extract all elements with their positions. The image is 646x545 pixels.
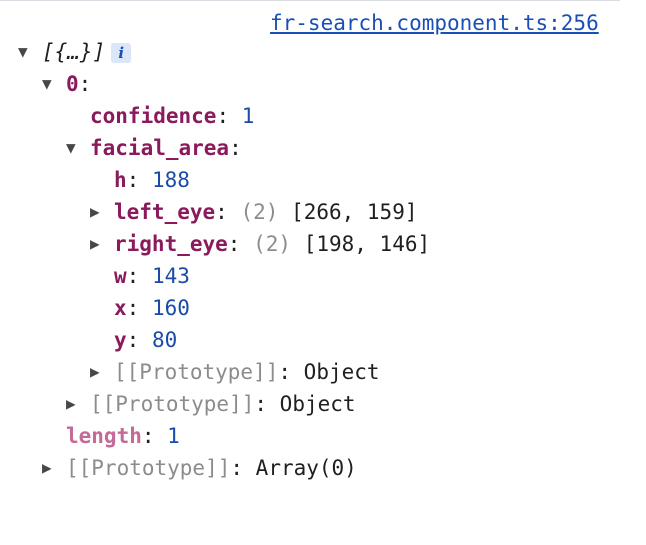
property-key: h: [114, 168, 127, 192]
colon: :: [278, 360, 304, 384]
root-array-summary: [{…}]: [42, 40, 106, 64]
disclosure-collapsed-icon[interactable]: ▶: [42, 452, 66, 484]
property-value: 160: [151, 296, 190, 320]
prototype-key: [[Prototype]]: [90, 392, 255, 416]
property-value: 188: [151, 168, 190, 192]
property-key: 0: [66, 72, 79, 96]
source-file-link[interactable]: fr-search.component.ts:256: [270, 8, 599, 38]
disclosure-collapsed-icon[interactable]: ▶: [66, 388, 90, 420]
property-key: left_eye: [114, 200, 216, 224]
tree-row-item-0[interactable]: ▼ 0:: [42, 68, 91, 100]
colon: :: [126, 296, 152, 320]
colon: :: [254, 392, 280, 416]
tree-row-item-0-prototype[interactable]: ▶ [[Prototype]]: Object: [66, 388, 356, 420]
colon: :: [215, 200, 241, 224]
colon: :: [229, 136, 242, 160]
property-key: right_eye: [114, 232, 228, 256]
colon: :: [78, 72, 92, 96]
property-key: facial_area: [90, 136, 230, 160]
colon: :: [141, 424, 168, 448]
colon: :: [216, 104, 242, 128]
tree-row-array-prototype[interactable]: ▶ [[Prototype]]: Array(0): [42, 452, 357, 484]
disclosure-collapsed-icon[interactable]: ▶: [90, 356, 114, 388]
colon: :: [230, 456, 256, 480]
tree-row-x: x: 160: [114, 292, 190, 324]
tree-row-y: y: 80: [114, 324, 177, 356]
property-key: y: [114, 328, 127, 352]
disclosure-expanded-icon[interactable]: ▼: [66, 132, 90, 164]
property-key: confidence: [90, 104, 217, 128]
tree-row-facial-area[interactable]: ▼ facial_area:: [66, 132, 242, 164]
tree-row-root[interactable]: ▼ [{…}] i: [18, 36, 132, 68]
array-length: (2): [240, 200, 279, 224]
tree-row-right-eye[interactable]: ▶ right_eye: (2) [198, 146]: [90, 228, 430, 260]
prototype-key: [[Prototype]]: [114, 360, 279, 384]
property-key: length: [66, 424, 142, 448]
array-length: (2): [253, 232, 292, 256]
disclosure-expanded-icon[interactable]: ▼: [18, 36, 42, 68]
prototype-value: Object: [303, 360, 380, 384]
prototype-key: [[Prototype]]: [66, 456, 231, 480]
property-value: 1: [167, 424, 180, 448]
property-key: x: [114, 296, 127, 320]
info-icon[interactable]: i: [111, 43, 132, 63]
prototype-value: Object: [279, 392, 356, 416]
colon: :: [126, 264, 152, 288]
property-value: 1: [241, 104, 255, 128]
property-value: 80: [151, 328, 178, 352]
tree-row-length: length: 1: [66, 420, 180, 452]
disclosure-expanded-icon[interactable]: ▼: [42, 68, 66, 100]
colon: :: [227, 232, 254, 256]
tree-row-facial-area-prototype[interactable]: ▶ [[Prototype]]: Object: [90, 356, 380, 388]
prototype-value: Array(0): [255, 456, 357, 480]
disclosure-collapsed-icon[interactable]: ▶: [90, 228, 114, 260]
property-value: 143: [151, 264, 190, 288]
tree-row-h: h: 188: [114, 164, 190, 196]
tree-row-confidence: confidence: 1: [90, 100, 254, 132]
disclosure-collapsed-icon[interactable]: ▶: [90, 196, 114, 228]
top-divider: [0, 0, 620, 1]
tree-row-left-eye[interactable]: ▶ left_eye: (2) [266, 159]: [90, 196, 417, 228]
tree-row-w: w: 143: [114, 260, 190, 292]
array-preview: [198, 146]: [303, 232, 431, 256]
property-key: w: [114, 264, 127, 288]
colon: :: [126, 168, 152, 192]
array-preview: [266, 159]: [291, 200, 418, 224]
colon: :: [126, 328, 152, 352]
